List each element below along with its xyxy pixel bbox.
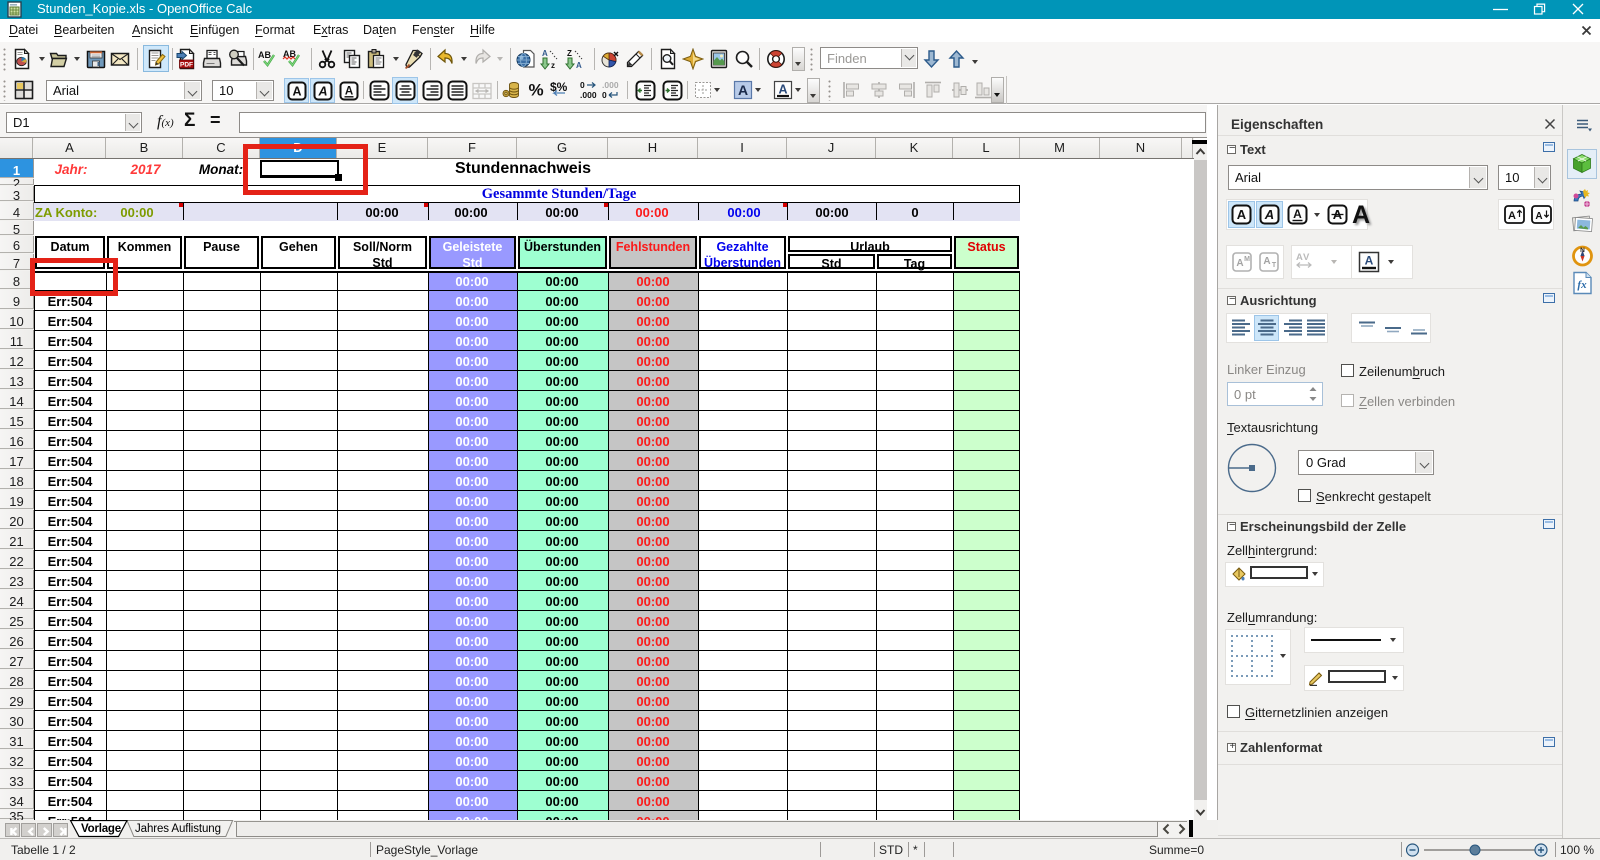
svg-text:A: A [1535,211,1542,222]
svg-text:0: 0 [580,80,585,90]
svg-text:A: A [1263,256,1270,267]
svg-text:T: T [1271,262,1276,269]
svg-text:V: V [1303,252,1310,263]
svg-text:$%: $% [550,80,568,94]
svg-text:M: M [1244,256,1250,263]
svg-text:A: A [576,61,582,70]
svg-text:A: A [1236,258,1243,269]
svg-text:AB: AB [258,50,271,60]
svg-text:A: A [1264,207,1274,222]
svg-text:A: A [542,49,548,58]
svg-text:A: A [1293,207,1302,221]
svg-text:A: A [1296,252,1303,263]
svg-text:A: A [1364,253,1373,267]
svg-text:A: A [1508,210,1516,222]
svg-text:PDF: PDF [180,62,193,69]
svg-text:z: z [551,61,555,70]
svg-text:A: A [778,83,787,97]
svg-text:%: % [528,81,543,100]
svg-text:A: A [292,84,301,98]
svg-text:A: A [1237,207,1247,222]
svg-text:0: 0 [602,90,607,100]
svg-text:A: A [344,85,352,97]
svg-text:A: A [317,84,327,98]
svg-text:A: A [738,82,748,98]
svg-text:fx: fx [1577,279,1587,291]
svg-text:.000: .000 [580,90,597,100]
svg-text:.000: .000 [602,80,619,90]
svg-text:Z: Z [567,49,572,58]
